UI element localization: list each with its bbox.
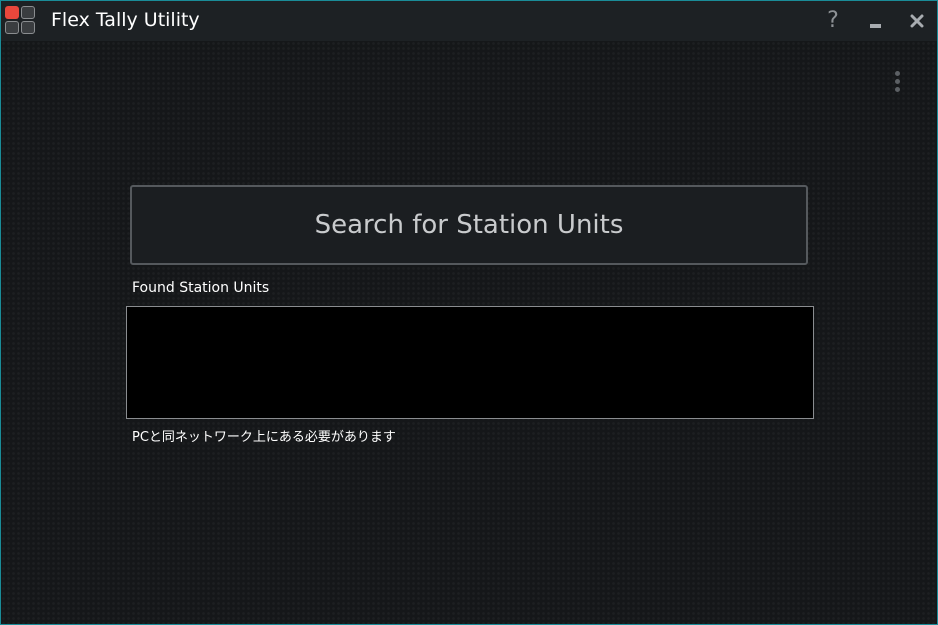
- more-vertical-icon-dot: [895, 87, 900, 92]
- minimize-button[interactable]: [861, 7, 889, 35]
- more-vertical-icon-dot: [895, 79, 900, 84]
- title-bar[interactable]: Flex Tally Utility ?: [1, 1, 937, 41]
- minimize-icon: [870, 24, 881, 28]
- question-icon: ?: [827, 8, 839, 33]
- app-logo-icon: [5, 6, 36, 35]
- close-icon: [910, 14, 924, 28]
- more-vertical-icon: [895, 71, 900, 76]
- app-window: Flex Tally Utility ? Search for Station …: [0, 0, 938, 625]
- found-station-units-label: Found Station Units: [132, 280, 270, 296]
- found-station-units-list[interactable]: [126, 306, 814, 419]
- more-menu-button[interactable]: [889, 69, 907, 95]
- close-button[interactable]: [903, 7, 931, 35]
- network-requirement-note: PCと同ネットワーク上にある必要があります: [132, 430, 396, 445]
- search-station-units-button[interactable]: Search for Station Units: [130, 185, 808, 265]
- window-title: Flex Tally Utility: [51, 9, 200, 31]
- help-button[interactable]: ?: [819, 7, 847, 35]
